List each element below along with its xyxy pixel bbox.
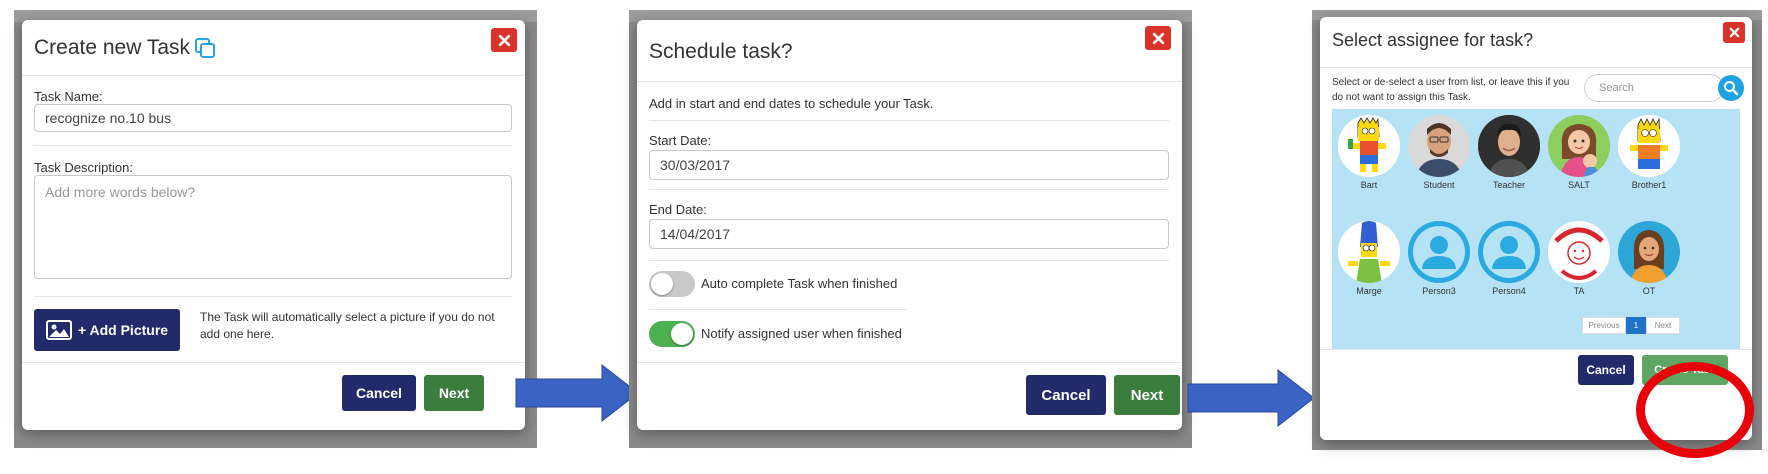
start-date-value: 30/03/2017 <box>660 157 731 173</box>
add-picture-label: + Add Picture <box>77 322 169 338</box>
add-picture-button[interactable]: + Add Picture <box>34 309 180 351</box>
search-placeholder: Search <box>1599 82 1634 94</box>
step-arrow-2 <box>1187 368 1315 428</box>
create-task-label: Create Task <box>1654 364 1716 376</box>
schedule-task-modal: Schedule task? Add in start and end date… <box>637 20 1182 430</box>
notify-label: Notify assigned user when finished <box>701 326 902 341</box>
user-tile[interactable]: Brother1 <box>1616 115 1682 190</box>
end-date-value: 14/04/2017 <box>660 226 731 242</box>
pagination-previous-label: Previous <box>1588 321 1620 330</box>
modal-footer: Cancel Next <box>22 362 525 430</box>
end-date-input[interactable]: 14/04/2017 <box>649 219 1169 249</box>
close-icon <box>1152 32 1164 44</box>
task-name-value: recognize no.10 bus <box>45 110 172 126</box>
pagination-next[interactable]: Next <box>1646 317 1680 334</box>
copy-icon <box>194 37 216 64</box>
user-tile[interactable]: Person3 <box>1406 221 1472 296</box>
teacher-photo-icon <box>1478 115 1540 177</box>
next-button[interactable]: Next <box>424 375 484 411</box>
user-tile[interactable]: SALT <box>1546 115 1612 190</box>
image-icon <box>45 320 72 340</box>
brother-avatar-icon <box>1618 115 1680 177</box>
close-button[interactable] <box>491 28 517 52</box>
add-picture-hint: The Task will automatically select a pic… <box>200 310 495 341</box>
marge-avatar-icon <box>1338 221 1400 283</box>
search-button[interactable] <box>1718 75 1744 101</box>
next-label: Next <box>1130 386 1164 404</box>
next-button[interactable]: Next <box>1114 375 1180 415</box>
default-person-icon <box>1478 221 1540 283</box>
pagination-next-label: Next <box>1654 321 1672 330</box>
user-name: OT <box>1642 286 1656 296</box>
user-tile[interactable]: TA <box>1546 221 1612 296</box>
create-task-modal: Create new Task Task Name: recognize no.… <box>22 20 525 430</box>
modal-header: Create new Task <box>22 20 525 76</box>
close-button[interactable] <box>1145 26 1171 50</box>
modal-title: Select assignee for task? <box>1332 30 1534 50</box>
user-name: Bart <box>1360 180 1378 190</box>
end-date-label: End Date: <box>649 202 707 217</box>
user-tile[interactable]: Student <box>1406 115 1472 190</box>
teaching-assistant-lesson-icon <box>1548 221 1610 283</box>
user-tile[interactable]: Teacher <box>1476 115 1542 190</box>
bart-avatar-icon <box>1338 115 1400 177</box>
task-description-label: Task Description: <box>34 160 133 175</box>
cancel-button[interactable]: Cancel <box>342 375 416 411</box>
user-name: Marge <box>1356 286 1382 296</box>
user-name: SALT <box>1568 180 1590 190</box>
pagination-page-label: 1 <box>1633 321 1639 330</box>
modal-header: Schedule task? <box>637 20 1182 82</box>
user-name: Student <box>1423 180 1455 190</box>
auto-complete-label: Auto complete Task when finished <box>701 276 898 291</box>
next-label: Next <box>438 385 470 401</box>
student-photo-icon <box>1408 115 1470 177</box>
default-person-icon <box>1408 221 1470 283</box>
user-name: Brother1 <box>1631 180 1667 190</box>
pagination-page-1[interactable]: 1 <box>1626 317 1646 334</box>
task-name-label: Task Name: <box>34 89 103 104</box>
schedule-intro: Add in start and end dates to schedule y… <box>649 96 934 111</box>
cancel-button[interactable]: Cancel <box>1578 355 1634 385</box>
task-description-placeholder: Add more words below? <box>45 184 196 200</box>
modal-title: Schedule task? <box>649 40 793 63</box>
close-button[interactable] <box>1723 22 1745 43</box>
assignee-instructions: Select or de-select a user from list, or… <box>1332 77 1570 103</box>
step-arrow-1 <box>515 363 639 423</box>
modal-title: Create new Task <box>34 36 191 59</box>
select-assignee-modal: Select assignee for task? Select or de-s… <box>1320 17 1752 440</box>
task-description-textarea[interactable]: Add more words below? <box>34 175 512 279</box>
start-date-label: Start Date: <box>649 133 712 148</box>
create-task-button[interactable]: Create Task <box>1642 355 1728 385</box>
task-name-input[interactable]: recognize no.10 bus <box>34 104 512 132</box>
user-name: Person4 <box>1492 286 1526 296</box>
search-icon <box>1724 81 1739 96</box>
salt-avatar-icon <box>1548 115 1610 177</box>
assignee-grid: Bart Student Teacher SALT Brother1 Marge… <box>1332 109 1740 349</box>
cancel-label: Cancel <box>1041 386 1091 404</box>
user-name: TA <box>1573 286 1585 296</box>
start-date-input[interactable]: 30/03/2017 <box>649 150 1169 180</box>
user-name: Teacher <box>1492 180 1526 190</box>
notify-toggle[interactable] <box>649 321 695 347</box>
close-icon <box>498 34 510 46</box>
cancel-label: Cancel <box>356 385 402 401</box>
user-tile[interactable]: Bart <box>1336 115 1402 190</box>
ot-avatar-icon <box>1618 221 1680 283</box>
search-input[interactable]: Search <box>1584 74 1724 102</box>
pagination-previous[interactable]: Previous <box>1582 317 1626 334</box>
close-icon <box>1729 27 1739 38</box>
cancel-button[interactable]: Cancel <box>1026 375 1106 415</box>
user-tile[interactable]: OT <box>1616 221 1682 296</box>
auto-complete-toggle[interactable] <box>649 271 695 297</box>
user-tile[interactable]: Marge <box>1336 221 1402 296</box>
modal-footer: Cancel Next <box>637 362 1182 430</box>
tutorial-stage: Create new Task Task Name: recognize no.… <box>0 0 1768 474</box>
user-name: Person3 <box>1422 286 1456 296</box>
user-tile[interactable]: Person4 <box>1476 221 1542 296</box>
cancel-label: Cancel <box>1586 363 1626 377</box>
